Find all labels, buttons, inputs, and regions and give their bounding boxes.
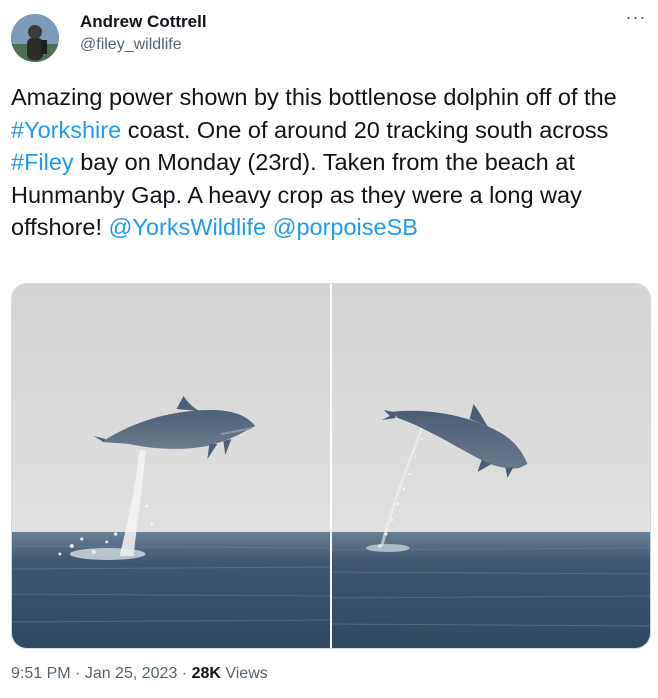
dolphin-photo-1[interactable] bbox=[12, 284, 330, 648]
tweet-date[interactable]: Jan 25, 2023 bbox=[85, 665, 178, 682]
text-segment: Amazing power shown by this bottlenose d… bbox=[11, 84, 617, 110]
tweet-meta: 9:51 PM · Jan 25, 2023 · 28K Views bbox=[11, 663, 268, 685]
author-name[interactable]: Andrew Cottrell bbox=[80, 11, 207, 33]
mention-yorkswildlife-link[interactable]: @YorksWildlife bbox=[109, 214, 267, 240]
dolphin-photo-2[interactable] bbox=[332, 284, 650, 648]
author-handle[interactable]: @filey_wildlife bbox=[80, 34, 182, 56]
more-options-button[interactable]: ··· bbox=[622, 8, 650, 32]
media-grid bbox=[11, 283, 651, 649]
avatar[interactable] bbox=[11, 14, 59, 62]
text-segment: coast. One of around 20 tracking south a… bbox=[121, 116, 609, 143]
tweet-time[interactable]: 9:51 PM bbox=[11, 665, 71, 682]
meta-separator: · bbox=[177, 665, 192, 682]
tweet: Andrew Cottrell @filey_wildlife ··· Amaz… bbox=[0, 0, 658, 698]
hashtag-yorkshire-link[interactable]: #Yorkshire bbox=[11, 117, 121, 143]
tweet-text: Amazing power shown by this bottlenose d… bbox=[11, 81, 651, 244]
more-horizontal-icon: ··· bbox=[625, 7, 647, 27]
views-label: Views bbox=[220, 665, 268, 682]
meta-separator: · bbox=[70, 665, 85, 682]
views-count[interactable]: 28K bbox=[192, 665, 221, 682]
hashtag-filey-link[interactable]: #Filey bbox=[11, 149, 74, 175]
mention-porpoisesb-link[interactable]: @porpoiseSB bbox=[273, 214, 418, 240]
